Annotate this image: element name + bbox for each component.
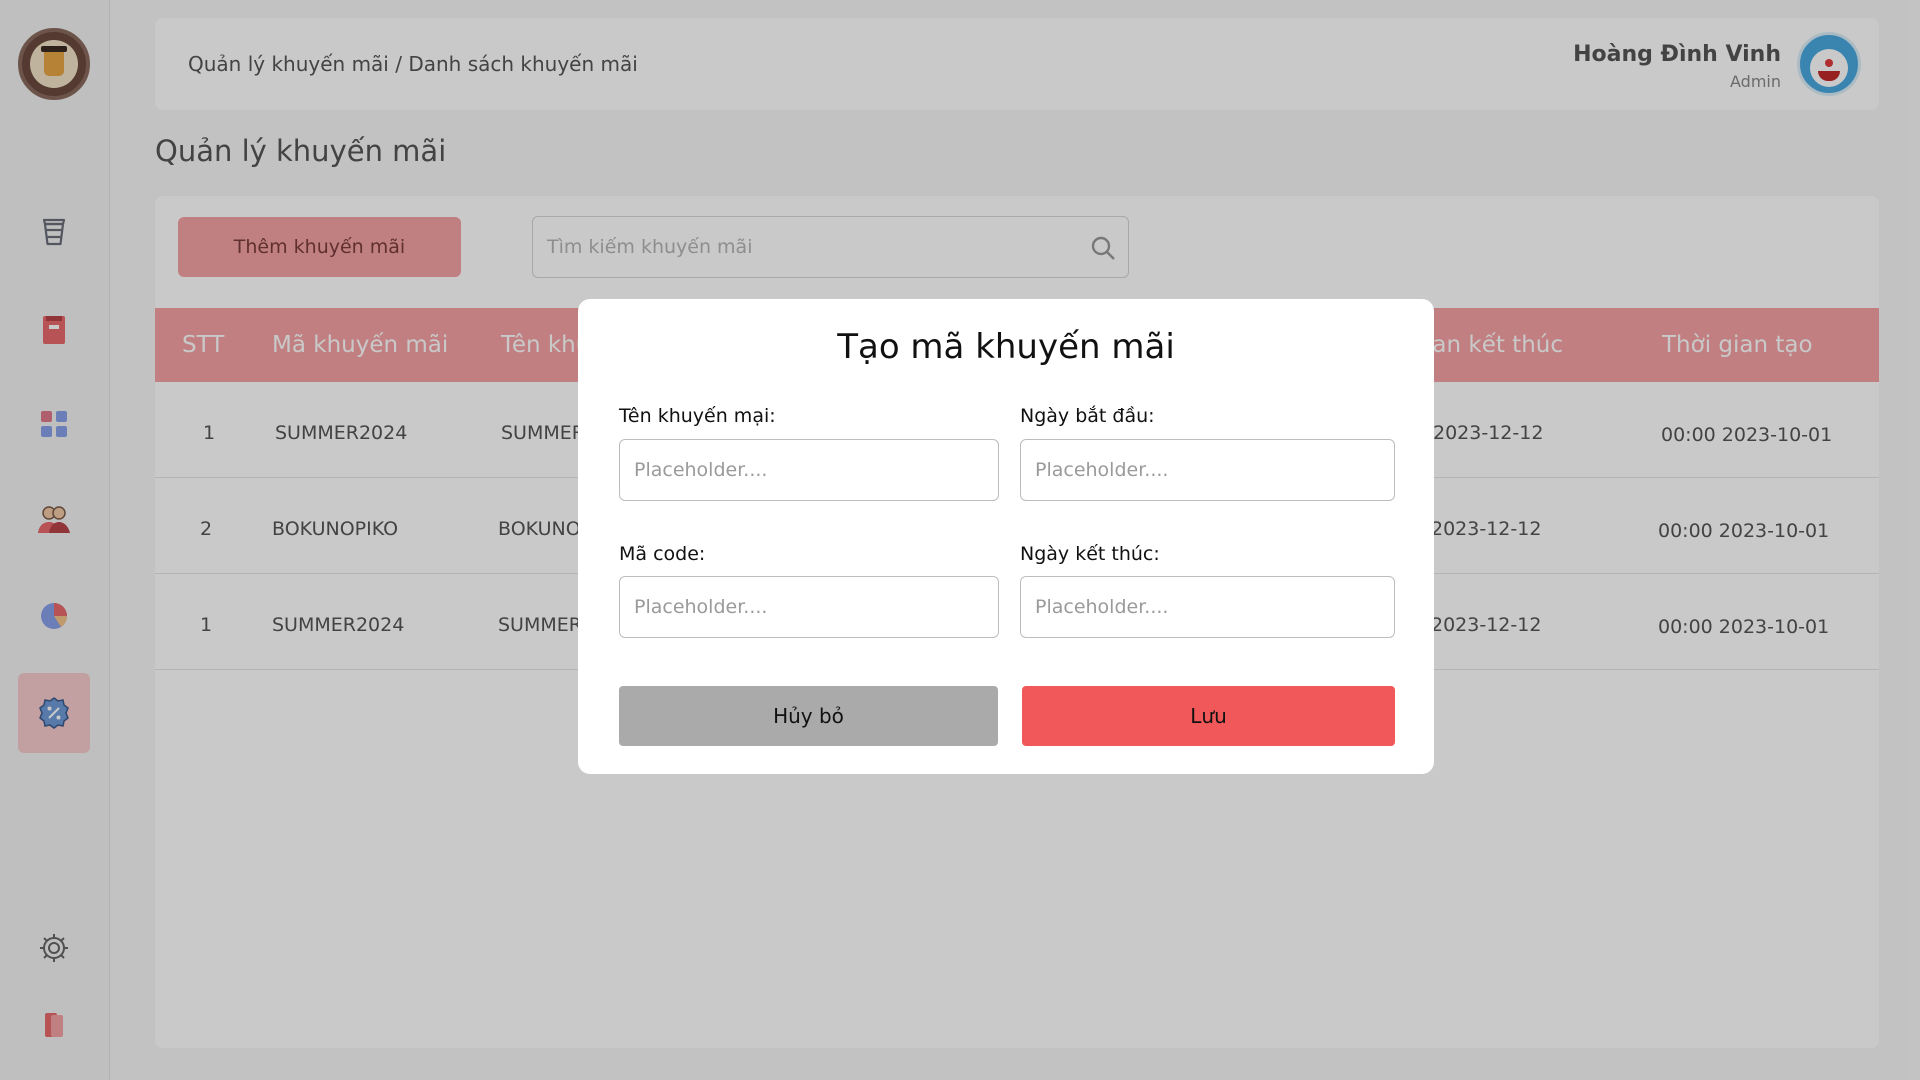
save-button[interactable]: Lưu — [1022, 686, 1395, 746]
end-date-label: Ngày kết thúc: — [1020, 543, 1160, 565]
end-date-field[interactable] — [1020, 576, 1395, 638]
promotion-name-field[interactable] — [619, 439, 999, 501]
promo-code-field[interactable] — [619, 576, 999, 638]
start-date-label: Ngày bắt đầu: — [1020, 405, 1155, 427]
create-promotion-modal: Tạo mã khuyến mãi Tên khuyến mại: Ngày b… — [578, 299, 1434, 774]
promo-code-label: Mã code: — [619, 543, 706, 565]
promotion-name-label: Tên khuyến mại: — [619, 405, 776, 427]
cancel-button[interactable]: Hủy bỏ — [619, 686, 998, 746]
modal-title: Tạo mã khuyến mãi — [837, 327, 1175, 367]
start-date-field[interactable] — [1020, 439, 1395, 501]
